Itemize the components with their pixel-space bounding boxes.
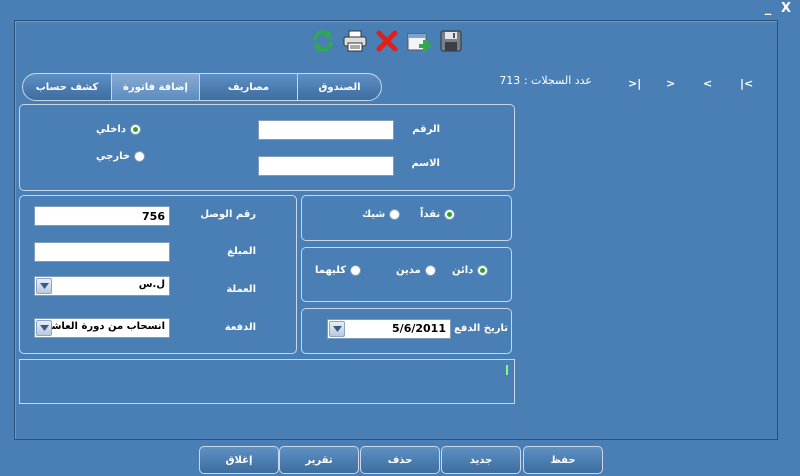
close-window-button[interactable]: X xyxy=(778,1,794,17)
cash-radio[interactable] xyxy=(444,209,456,220)
record-count-value: 713 xyxy=(499,74,521,87)
chevron-down-icon[interactable] xyxy=(329,321,345,337)
both-radio[interactable] xyxy=(350,265,362,276)
number-input[interactable] xyxy=(258,120,394,140)
nav-first-button[interactable]: >| xyxy=(628,77,641,90)
notes-memo[interactable] xyxy=(19,359,515,404)
receipt-number-input[interactable] xyxy=(34,206,170,226)
receipt-number-label: رقم الوصل xyxy=(200,209,256,220)
refresh-icon[interactable] xyxy=(310,28,336,54)
internal-label: داخلي xyxy=(96,124,126,135)
report-button[interactable]: تقرير xyxy=(279,446,359,474)
nav-previous-button[interactable]: > xyxy=(666,77,675,90)
minimize-button[interactable]: _ xyxy=(760,1,776,17)
external-option[interactable]: خارجي xyxy=(96,151,146,162)
internal-option[interactable]: داخلي xyxy=(96,124,141,135)
cheque-label: شيك xyxy=(362,209,386,220)
payment-date-label: تاريخ الدفع xyxy=(453,323,508,334)
amount-input[interactable] xyxy=(34,242,170,262)
delete-icon[interactable] xyxy=(374,28,400,54)
debtor-option[interactable]: مدين xyxy=(396,265,436,276)
both-label: كليهما xyxy=(315,265,347,276)
close-button[interactable]: إغلاق xyxy=(199,446,279,474)
name-input[interactable] xyxy=(258,156,394,176)
record-count-label: عدد السجلات : xyxy=(523,74,592,87)
title-bar: _ X xyxy=(0,0,800,20)
creditor-option[interactable]: دائن xyxy=(452,265,489,276)
save-disk-icon[interactable] xyxy=(438,28,464,54)
currency-select[interactable]: ل.س xyxy=(34,276,170,296)
cash-option[interactable]: نقداً xyxy=(420,209,456,220)
creditor-label: دائن xyxy=(452,265,474,276)
tab-bar: الصندوق مصاريف إضافة فاتورة كشف حساب xyxy=(22,73,382,101)
payment-type-group xyxy=(301,195,512,241)
payment-date-value: 5/6/2011 xyxy=(392,322,446,335)
debtor-radio[interactable] xyxy=(424,265,436,276)
amount-label: المبلغ xyxy=(227,246,256,257)
tab-cashbox[interactable]: الصندوق xyxy=(297,74,381,100)
new-button[interactable]: جديد xyxy=(441,446,521,474)
new-record-icon[interactable] xyxy=(406,28,432,54)
both-option[interactable]: كليهما xyxy=(315,265,362,276)
tab-add-invoice[interactable]: إضافة فاتورة xyxy=(111,74,199,100)
cash-label: نقداً xyxy=(420,209,441,220)
cheque-radio[interactable] xyxy=(389,209,401,220)
currency-label: العملة xyxy=(226,284,256,295)
payment-date-picker[interactable]: 5/6/2011 xyxy=(327,319,451,339)
nav-last-button[interactable]: |< xyxy=(740,77,753,90)
cheque-option[interactable]: شيك xyxy=(362,209,401,220)
print-icon[interactable] xyxy=(342,28,368,54)
name-label: الاسم xyxy=(411,158,440,169)
identity-group xyxy=(19,104,515,191)
delete-button[interactable]: حذف xyxy=(360,446,440,474)
chevron-down-icon[interactable] xyxy=(36,278,52,294)
installment-label: الدفعة xyxy=(224,322,256,333)
save-button[interactable]: حفظ xyxy=(523,446,603,474)
external-radio[interactable] xyxy=(134,151,146,162)
installment-value: انسحاب من دورة العاشر xyxy=(45,321,165,332)
external-label: خارجي xyxy=(96,151,131,162)
creditor-radio[interactable] xyxy=(477,265,489,276)
number-label: الرقم xyxy=(412,124,440,135)
debtor-label: مدين xyxy=(396,265,421,276)
internal-radio[interactable] xyxy=(129,124,141,135)
toolbar xyxy=(310,28,464,56)
record-count: عدد السجلات : 713 xyxy=(496,74,592,87)
tab-expenses[interactable]: مصاريف xyxy=(199,74,297,100)
nav-next-button[interactable]: < xyxy=(703,77,712,90)
currency-value: ل.س xyxy=(138,279,165,290)
text-caret xyxy=(506,365,508,375)
chevron-down-icon[interactable] xyxy=(36,320,52,336)
installment-select[interactable]: انسحاب من دورة العاشر xyxy=(34,318,170,338)
tab-account-statement[interactable]: كشف حساب xyxy=(23,74,111,100)
